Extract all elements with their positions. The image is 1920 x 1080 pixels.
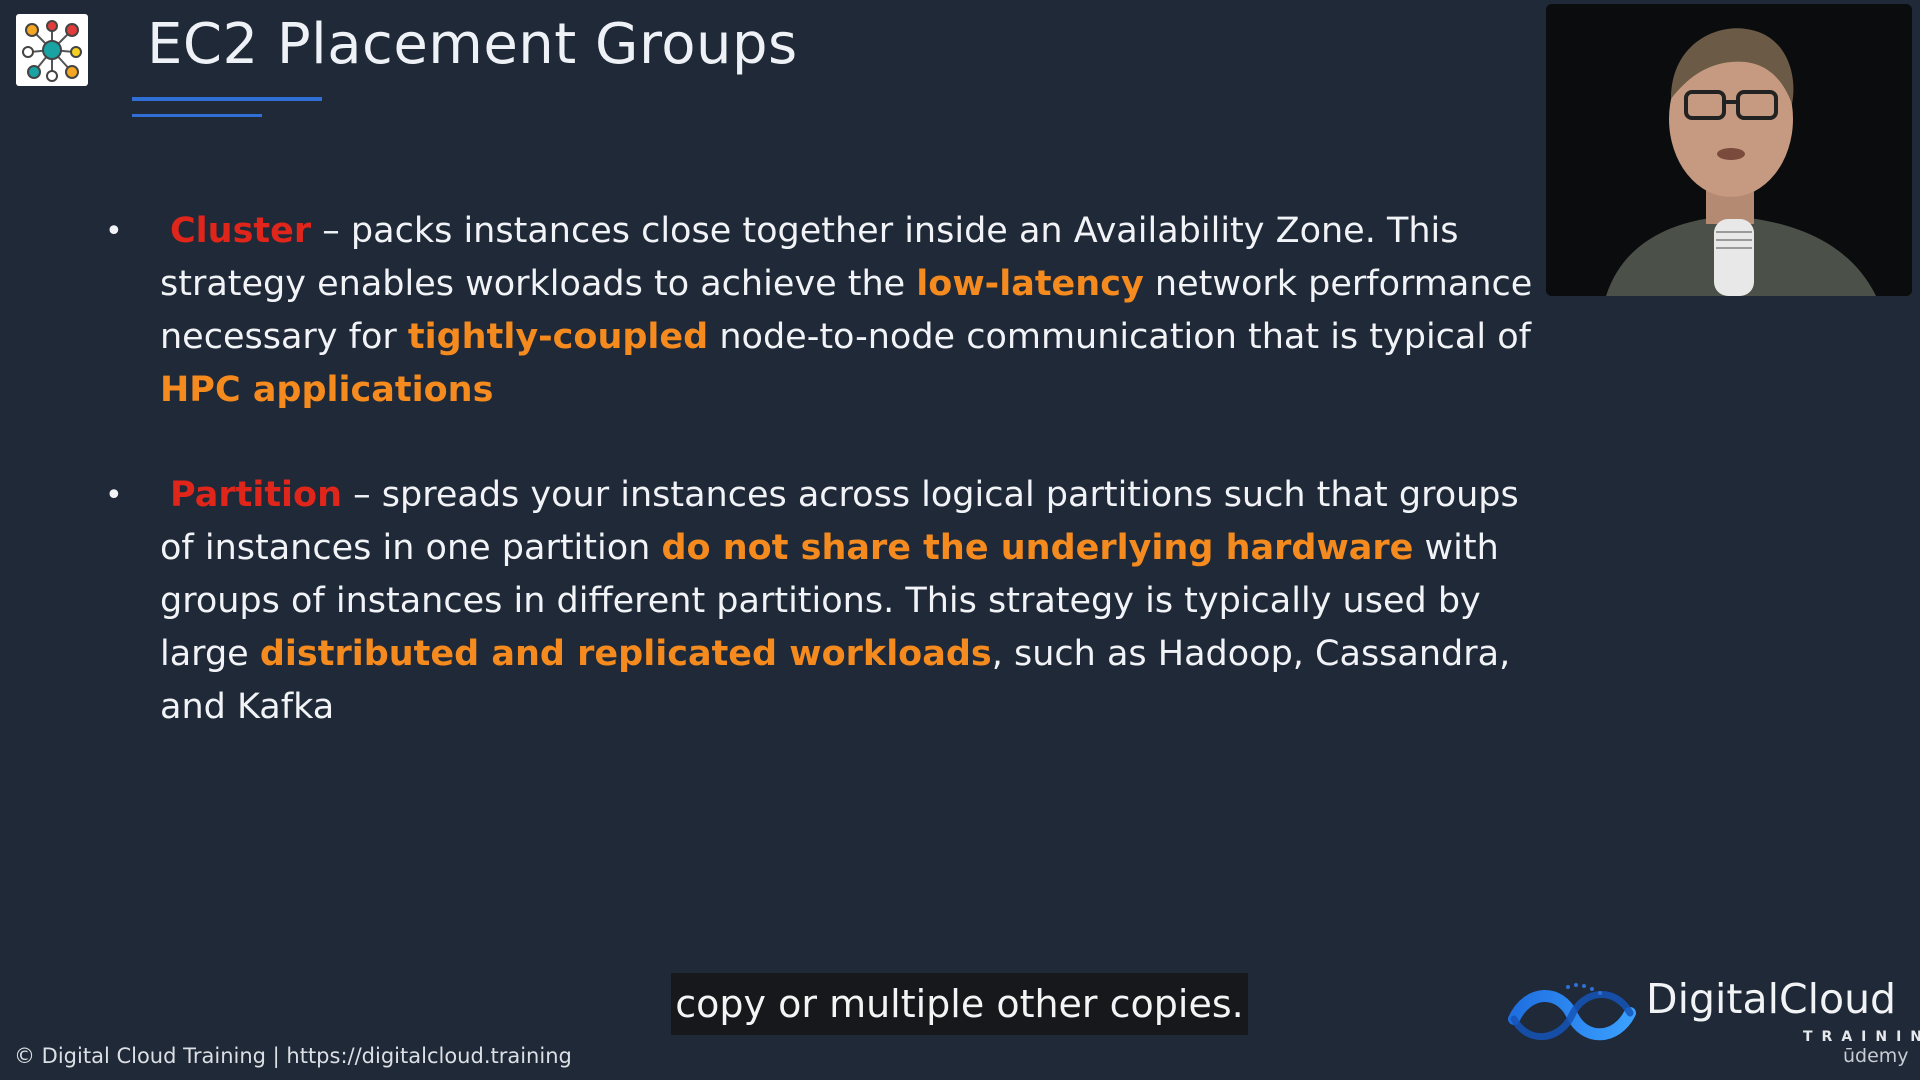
title-underline-secondary bbox=[132, 114, 262, 117]
bullet-highlight: do not share the underlying hardware bbox=[661, 528, 1414, 568]
bullet-highlight: distributed and replicated workloads bbox=[259, 634, 992, 674]
bullet-dot-icon: • bbox=[105, 478, 123, 513]
slide-title: EC2 Placement Groups bbox=[147, 12, 798, 77]
brand-name: DigitalCloud bbox=[1646, 975, 1897, 1023]
platform-watermark: ūdemy bbox=[1843, 1045, 1909, 1067]
brand-subtitle: TRAINING bbox=[1803, 1029, 1920, 1045]
bullet-term: Cluster bbox=[170, 211, 312, 251]
bullet-cluster: • Cluster – packs instances close togeth… bbox=[100, 205, 1550, 417]
footer-copyright: © Digital Cloud Training | https://digit… bbox=[14, 1044, 572, 1068]
video-caption: copy or multiple other copies. bbox=[671, 973, 1248, 1035]
bullet-dot-icon: • bbox=[105, 214, 123, 249]
bullet-partition: • Partition – spreads your instances acr… bbox=[100, 469, 1550, 734]
slide: EC2 Placement Groups • Cluster – packs i… bbox=[0, 0, 1920, 1080]
title-underline bbox=[132, 97, 322, 101]
cloud-wave-icon bbox=[1508, 983, 1636, 1041]
bullet-term: Partition bbox=[170, 475, 343, 515]
bullet-highlight: tightly-coupled bbox=[407, 317, 709, 357]
bullet-highlight: HPC applications bbox=[160, 370, 494, 410]
bullet-list: • Cluster – packs instances close togeth… bbox=[100, 205, 1550, 734]
bullet-highlight: low-latency bbox=[916, 264, 1144, 304]
presenter-webcam bbox=[1546, 4, 1912, 296]
network-nodes-icon bbox=[16, 14, 88, 86]
bullet-text: node-to-node communication that is typic… bbox=[708, 317, 1531, 357]
